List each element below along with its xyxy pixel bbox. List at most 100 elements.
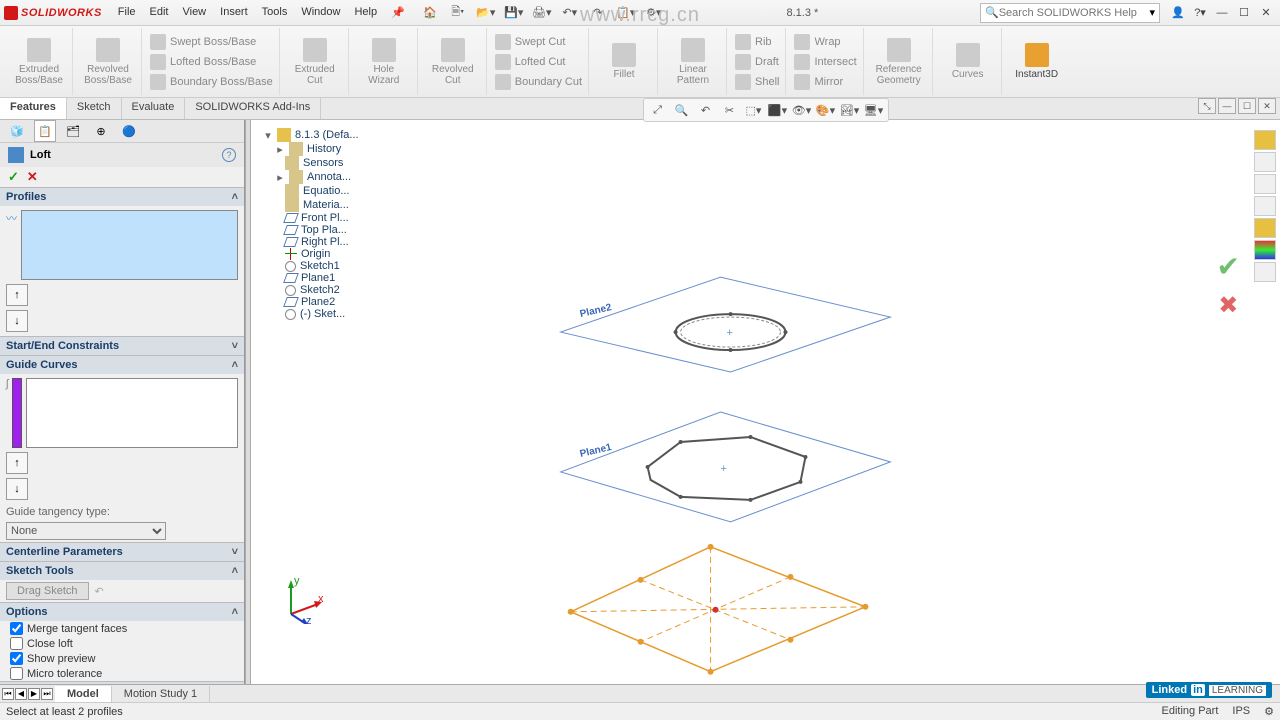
boundary-boss-button[interactable]: Boundary Boss/Base bbox=[148, 72, 275, 92]
flyout-feature-tree[interactable]: ▾8.1.3 (Defa... ▸History Sensors ▸Annota… bbox=[263, 128, 403, 320]
help-icon[interactable]: ?▾ bbox=[1190, 4, 1210, 22]
pm-ok-button[interactable]: ✓ bbox=[8, 169, 19, 185]
pm-help-icon[interactable]: ? bbox=[222, 148, 236, 162]
show-preview-checkbox[interactable]: Show preview bbox=[0, 651, 244, 666]
tree-sketch1[interactable]: Sketch1 bbox=[300, 260, 340, 272]
tree-front-plane[interactable]: Front Pl... bbox=[301, 212, 349, 224]
section-profiles[interactable]: Profiles˄ bbox=[0, 187, 244, 206]
menu-help[interactable]: Help bbox=[348, 3, 383, 22]
swept-boss-button[interactable]: Swept Boss/Base bbox=[148, 32, 258, 52]
tab-model[interactable]: Model bbox=[55, 686, 112, 702]
view-settings-button[interactable]: 🖥▾ bbox=[864, 101, 884, 119]
pm-cancel-button[interactable]: ✕ bbox=[27, 169, 38, 185]
tree-annotations[interactable]: Annota... bbox=[307, 171, 351, 183]
fillet-button[interactable]: Fillet bbox=[597, 43, 651, 80]
guide-move-down-button[interactable]: ↓ bbox=[6, 478, 28, 500]
swept-cut-button[interactable]: Swept Cut bbox=[493, 32, 568, 52]
tab-features[interactable]: Features bbox=[0, 98, 67, 119]
curves-button[interactable]: Curves bbox=[941, 43, 995, 80]
section-options[interactable]: Options˄ bbox=[0, 602, 244, 621]
section-sketch-tools[interactable]: Sketch Tools˄ bbox=[0, 561, 244, 580]
tab-addins[interactable]: SOLIDWORKS Add-Ins bbox=[185, 98, 321, 119]
section-thin-feature[interactable]: Thin Feature˅ bbox=[0, 681, 244, 684]
section-guide-curves[interactable]: Guide Curves˄ bbox=[0, 355, 244, 374]
profiles-list[interactable] bbox=[21, 210, 238, 280]
instant3d-button[interactable]: Instant3D bbox=[1010, 43, 1064, 80]
view-orientation-button[interactable]: ⬚▾ bbox=[744, 101, 764, 119]
edit-appearance-button[interactable]: 🎨▾ bbox=[816, 101, 836, 119]
intersect-button[interactable]: Intersect bbox=[792, 52, 858, 72]
extruded-boss-button[interactable]: ExtrudedBoss/Base bbox=[12, 38, 66, 86]
section-start-end[interactable]: Start/End Constraints˅ bbox=[0, 336, 244, 355]
tree-material[interactable]: Materia... bbox=[303, 199, 349, 211]
tree-sketch2[interactable]: Sketch2 bbox=[300, 284, 340, 296]
search-dropdown-icon[interactable]: ▾ bbox=[1149, 6, 1155, 19]
vp-close-button[interactable]: ✕ bbox=[1258, 98, 1276, 114]
merge-tangent-checkbox[interactable]: Merge tangent faces bbox=[0, 621, 244, 636]
mirror-button[interactable]: Mirror bbox=[792, 72, 845, 92]
tab-nav-last[interactable]: ⏭ bbox=[41, 688, 53, 700]
hole-wizard-button[interactable]: HoleWizard bbox=[357, 38, 411, 86]
graphics-viewport[interactable]: ⤢ 🔍 ↶ ✂ ⬚▾ ⬛▾ 👁▾ 🎨▾ 🏞▾ 🖥▾ ⤡ — ☐ ✕ ✔ ✖ bbox=[251, 120, 1280, 684]
status-units[interactable]: IPS bbox=[1232, 705, 1250, 718]
tree-top-plane[interactable]: Top Pla... bbox=[301, 224, 347, 236]
tab-nav-prev[interactable]: ◀ bbox=[15, 688, 27, 700]
revolved-boss-button[interactable]: RevolvedBoss/Base bbox=[81, 38, 135, 86]
configuration-manager-tab-icon[interactable]: 🗂 bbox=[62, 120, 84, 142]
search-input[interactable] bbox=[999, 7, 1150, 19]
tab-sketch[interactable]: Sketch bbox=[67, 98, 122, 119]
orientation-triad[interactable]: y x z bbox=[276, 574, 326, 624]
revolved-cut-button[interactable]: RevolvedCut bbox=[426, 38, 480, 86]
plane2-graphic[interactable]: Plane2 + bbox=[561, 277, 891, 372]
display-manager-tab-icon[interactable]: 🔵 bbox=[118, 120, 140, 142]
help-search[interactable]: 🔍 ▾ bbox=[980, 3, 1160, 23]
tree-sensors[interactable]: Sensors bbox=[303, 157, 343, 169]
origin-plane-graphic[interactable] bbox=[568, 544, 869, 675]
tree-sketch3[interactable]: (-) Sket... bbox=[300, 308, 345, 320]
forum-icon[interactable] bbox=[1254, 262, 1276, 282]
tree-right-plane[interactable]: Right Pl... bbox=[301, 236, 349, 248]
view-palette-icon[interactable] bbox=[1254, 196, 1276, 216]
display-style-button[interactable]: ⬛▾ bbox=[768, 101, 788, 119]
menu-edit[interactable]: Edit bbox=[144, 3, 175, 22]
linear-pattern-button[interactable]: LinearPattern bbox=[666, 38, 720, 86]
tree-history[interactable]: History bbox=[307, 143, 341, 155]
wrap-button[interactable]: Wrap bbox=[792, 32, 842, 52]
open-button[interactable]: 📂▾ bbox=[475, 2, 497, 24]
feature-manager-tab-icon[interactable]: 🧊 bbox=[6, 120, 28, 142]
section-centerline[interactable]: Centerline Parameters˅ bbox=[0, 542, 244, 561]
tree-plane2[interactable]: Plane2 bbox=[301, 296, 335, 308]
section-view-button[interactable]: ✂ bbox=[720, 101, 740, 119]
tab-nav-next[interactable]: ▶ bbox=[28, 688, 40, 700]
undo-drag-icon[interactable]: ↶ bbox=[95, 585, 104, 598]
menu-tools[interactable]: Tools bbox=[256, 3, 294, 22]
menu-view[interactable]: View bbox=[176, 3, 212, 22]
redo-button[interactable]: ↷ bbox=[587, 2, 609, 24]
appearances-icon[interactable] bbox=[1254, 218, 1276, 238]
rebuild-button[interactable]: 📋▾ bbox=[615, 2, 637, 24]
vp-maximize-button[interactable]: ☐ bbox=[1238, 98, 1256, 114]
property-manager-tab-icon[interactable]: 📋 bbox=[34, 120, 56, 142]
new-button[interactable]: 🗎▾ bbox=[447, 2, 469, 24]
vp-expand-button[interactable]: ⤡ bbox=[1198, 98, 1216, 114]
file-explorer-icon[interactable] bbox=[1254, 174, 1276, 194]
close-button[interactable]: ✕ bbox=[1256, 4, 1276, 22]
tab-motion-study[interactable]: Motion Study 1 bbox=[112, 686, 210, 702]
profile-move-down-button[interactable]: ↓ bbox=[6, 310, 28, 332]
solidworks-resources-icon[interactable] bbox=[1254, 130, 1276, 150]
home-button[interactable]: 🏠 bbox=[419, 2, 441, 24]
maximize-button[interactable]: ☐ bbox=[1234, 4, 1254, 22]
vp-minimize-button[interactable]: — bbox=[1218, 98, 1236, 114]
tree-origin[interactable]: Origin bbox=[301, 248, 330, 260]
hide-show-button[interactable]: 👁▾ bbox=[792, 101, 812, 119]
menu-window[interactable]: Window bbox=[295, 3, 346, 22]
extruded-cut-button[interactable]: ExtrudedCut bbox=[288, 38, 342, 86]
apply-scene-button[interactable]: 🏞▾ bbox=[840, 101, 860, 119]
tree-root[interactable]: 8.1.3 (Defa... bbox=[295, 129, 359, 141]
profile-move-up-button[interactable]: ↑ bbox=[6, 284, 28, 306]
draft-button[interactable]: Draft bbox=[733, 52, 781, 72]
shell-button[interactable]: Shell bbox=[733, 72, 781, 92]
minimize-button[interactable]: — bbox=[1212, 4, 1232, 22]
user-icon[interactable]: 👤 bbox=[1168, 4, 1188, 22]
custom-properties-icon[interactable] bbox=[1254, 240, 1276, 260]
